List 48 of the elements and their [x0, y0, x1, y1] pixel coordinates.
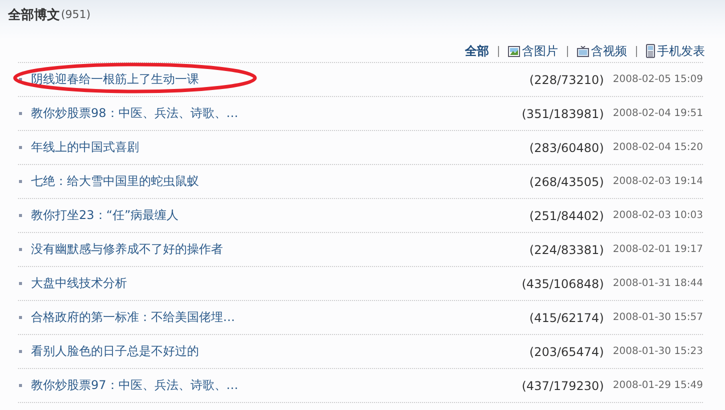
post-title-link[interactable]: 教你炒股票97：中医、兵法、诗歌、… — [31, 377, 238, 394]
post-date: 2008-02-03 19:14 — [612, 176, 703, 187]
bullet-icon — [19, 384, 22, 387]
comment-view-count: (224/83381) — [529, 242, 604, 256]
page-title: 全部博文 — [8, 6, 60, 24]
filter-link[interactable]: 手机发表 — [646, 42, 705, 60]
bullet-icon — [19, 78, 22, 81]
comment-view-count: (268/43505) — [529, 174, 604, 188]
bullet-icon — [19, 180, 22, 183]
bullet-icon — [19, 146, 22, 149]
bullet-icon — [19, 248, 22, 251]
post-title-link[interactable]: 没有幽默感与修养成不了好的操作者 — [31, 241, 223, 258]
filter-link[interactable]: 全部 — [465, 42, 489, 60]
filter-link[interactable]: 含视频 — [577, 42, 627, 60]
phone-icon — [646, 44, 655, 58]
bullet-icon — [19, 214, 22, 217]
post-title-link[interactable]: 年线上的中国式喜剧 — [31, 139, 139, 156]
post-date: 2008-01-30 15:57 — [612, 312, 703, 323]
post-title-link[interactable]: 教你打坐23：“任”病最缠人 — [31, 207, 179, 224]
post-date: 2008-01-29 15:49 — [612, 380, 703, 391]
comment-view-count: (251/84402) — [529, 208, 604, 222]
post-title-link[interactable]: 大盘中线技术分析 — [31, 275, 127, 292]
comment-view-count: (228/73210) — [529, 72, 604, 86]
post-date: 2008-02-01 19:17 — [612, 244, 703, 255]
comment-view-count: (435/106848) — [522, 276, 604, 290]
post-date: 2008-02-04 15:20 — [612, 142, 703, 153]
post-date: 2008-01-31 18:44 — [612, 278, 703, 289]
bullet-icon — [19, 316, 22, 319]
post-title-link[interactable]: 看别人脸色的日子总是不好过的 — [31, 343, 199, 360]
post-date: 2008-01-30 15:23 — [612, 346, 703, 357]
post-title-link[interactable]: 合格政府的第一标准：不给美国佬埋… — [31, 309, 235, 326]
post-title-link[interactable]: 教你炒股票98：中医、兵法、诗歌、… — [31, 105, 238, 122]
post-title-link[interactable]: 七绝：给大雪中国里的蛇虫鼠蚁 — [31, 173, 199, 190]
picture-icon — [508, 46, 520, 56]
bullet-icon — [19, 282, 22, 285]
post-date: 2008-02-03 10:03 — [612, 210, 703, 221]
bullet-icon — [19, 112, 22, 115]
filter-link[interactable]: 含图片 — [508, 42, 558, 60]
comment-view-count: (415/62174) — [529, 310, 604, 324]
comment-view-count: (283/60480) — [529, 140, 604, 154]
post-date: 2008-02-04 19:51 — [612, 108, 703, 119]
comment-view-count: (437/179230) — [522, 378, 604, 392]
bullet-icon — [19, 350, 22, 353]
tv-icon — [577, 46, 589, 56]
post-date: 2008-02-05 15:09 — [612, 74, 703, 85]
post-count: (951) — [61, 8, 91, 21]
comment-view-count: (203/65474) — [529, 344, 604, 358]
comment-view-count: (351/183981) — [522, 106, 604, 120]
